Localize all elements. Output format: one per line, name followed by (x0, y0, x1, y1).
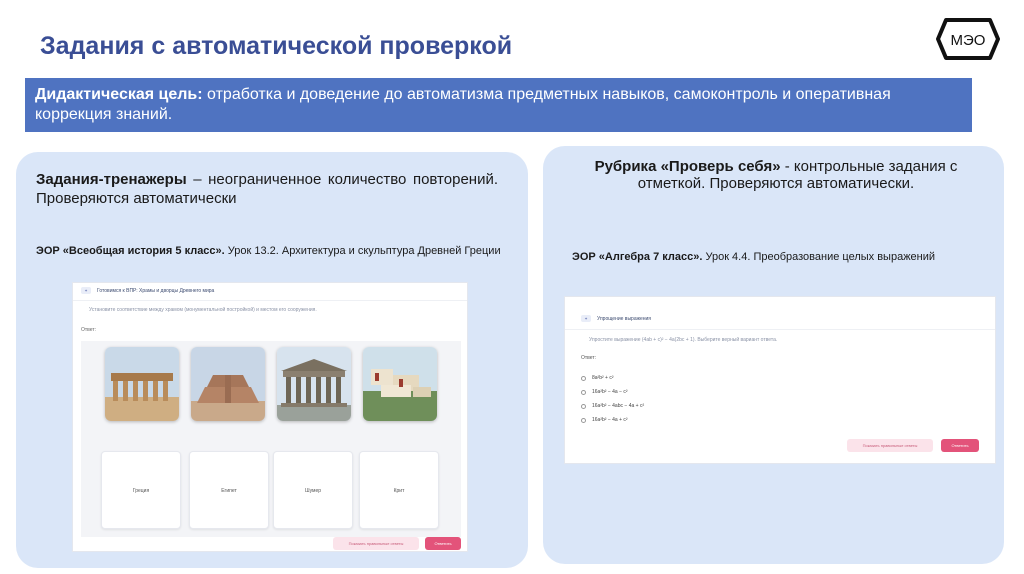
history-submit-button[interactable]: Ответить (425, 537, 461, 550)
algebra-answer-label: Ответ: (581, 355, 597, 361)
history-eor-caption: ЭОР «Всеобщая история 5 класс». Урок 13.… (36, 245, 501, 257)
svg-text:МЭО: МЭО (951, 32, 986, 49)
history-answer-label: Ответ: (81, 327, 97, 333)
algebra-task-header: ✦ Упрощение выражения (581, 315, 651, 322)
answer-option-1[interactable]: 8a²b² + c² (581, 375, 614, 381)
algebra-eor-caption: ЭОР «Алгебра 7 класс». Урок 4.4. Преобра… (572, 251, 936, 263)
radio-icon[interactable] (581, 389, 586, 395)
task-badge-icon: ✦ (581, 315, 591, 322)
algebra-submit-button[interactable]: Ответить (941, 439, 979, 452)
answer-option-2[interactable]: 16a²b² − 4a − c² (581, 389, 628, 395)
answer-option-3[interactable]: 16a²b² − 4abc − 4a + c² (581, 403, 644, 409)
history-task-header: ✦ Готовимся к ВПР: Храмы и дворцы Древне… (81, 287, 214, 294)
meo-logo-mark: МЭО (936, 18, 1000, 60)
egypt-temple-image[interactable] (105, 347, 179, 421)
drop-card-egypt[interactable]: Египет (189, 451, 269, 529)
answer-option-4[interactable]: 16a²b² − 4a + c² (581, 417, 628, 423)
history-task-instruction: Установите соответствие между храмом (мо… (89, 307, 317, 313)
radio-icon[interactable] (581, 375, 586, 381)
goal-label: Дидактическая цель: (35, 86, 203, 103)
knossos-palace-image[interactable] (363, 347, 437, 421)
page-title: Задания с автоматической проверкой (40, 32, 513, 60)
meo-logo: МЭО (934, 14, 1002, 64)
history-show-answers-button[interactable]: Показать правильные ответы (333, 537, 419, 550)
drop-card-sumer[interactable]: Шумер (273, 451, 353, 529)
algebra-task-text: Упростите выражение (4ab + c)² − 4a(2bc … (589, 337, 778, 343)
parthenon-image[interactable] (277, 347, 351, 421)
radio-icon[interactable] (581, 417, 586, 423)
didactic-goal-banner: Дидактическая цель: отработка и доведени… (25, 78, 972, 132)
radio-icon[interactable] (581, 403, 586, 409)
algebra-show-answers-button[interactable]: Показать правильные ответы (847, 439, 933, 452)
history-task-screenshot: ✦ Готовимся к ВПР: Храмы и дворцы Древне… (72, 282, 468, 552)
task-badge-icon: ✦ (81, 287, 91, 294)
self-check-description: Рубрика «Проверь себя» - контрольные зад… (594, 158, 958, 192)
drop-card-greece[interactable]: Греция (101, 451, 181, 529)
trainer-tasks-description: Задания-тренажеры – неограниченное колич… (36, 171, 498, 207)
drop-card-crete[interactable]: Крит (359, 451, 439, 529)
algebra-task-screenshot: ✦ Упрощение выражения Упростите выражени… (564, 296, 996, 464)
ziggurat-image[interactable] (191, 347, 265, 421)
